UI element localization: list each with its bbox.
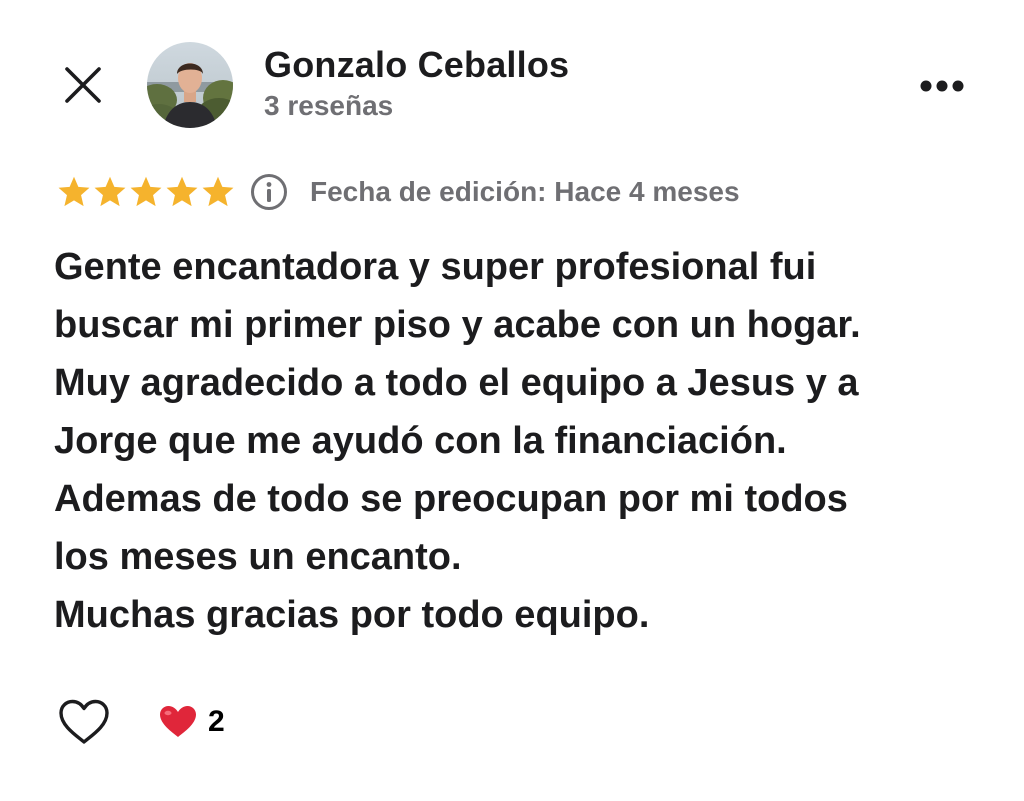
close-button[interactable] [60,62,106,108]
review-line: Muchas gracias por todo equipo. [54,594,650,636]
star-rating [56,174,236,210]
edit-date: Fecha de edición: Hace 4 meses [310,176,740,207]
avatar[interactable] [147,42,233,128]
more-options-button[interactable] [914,66,970,106]
author-review-count: 3 reseñas [264,90,394,121]
star-icon [130,176,162,207]
reactions[interactable]: 2 [158,700,225,744]
red-heart-icon [160,706,196,737]
star-icon [58,176,90,207]
review-card: Gonzalo Ceballos 3 reseñas Fecha de edic… [0,0,1024,801]
review-line: buscar mi primer piso y acabe con un hog… [54,304,861,346]
heart-outline-icon [59,699,109,744]
star-icon [166,176,198,207]
more-horizontal-icon [920,80,964,92]
review-line: Ademas de todo se preocupan por mi todos [54,478,848,520]
author-name[interactable]: Gonzalo Ceballos [264,44,569,86]
rating-row: Fecha de edición: Hace 4 meses [56,170,740,214]
review-line: los meses un encanto. [54,536,462,578]
info-button[interactable] [250,173,288,211]
review-text: Gente encantadora y super profesional fu… [54,238,984,644]
star-icon [94,176,126,207]
like-button[interactable] [56,694,112,750]
review-line: Jorge que me ayudó con la financiación. [54,420,787,462]
review-line: Gente encantadora y super profesional fu… [54,246,817,288]
info-icon [251,174,287,210]
close-icon [65,67,101,103]
review-line: Muy agradecido a todo el equipo a Jesus … [54,362,859,404]
avatar-photo [147,42,233,128]
star-icon [202,176,234,207]
reaction-count: 2 [208,705,225,738]
